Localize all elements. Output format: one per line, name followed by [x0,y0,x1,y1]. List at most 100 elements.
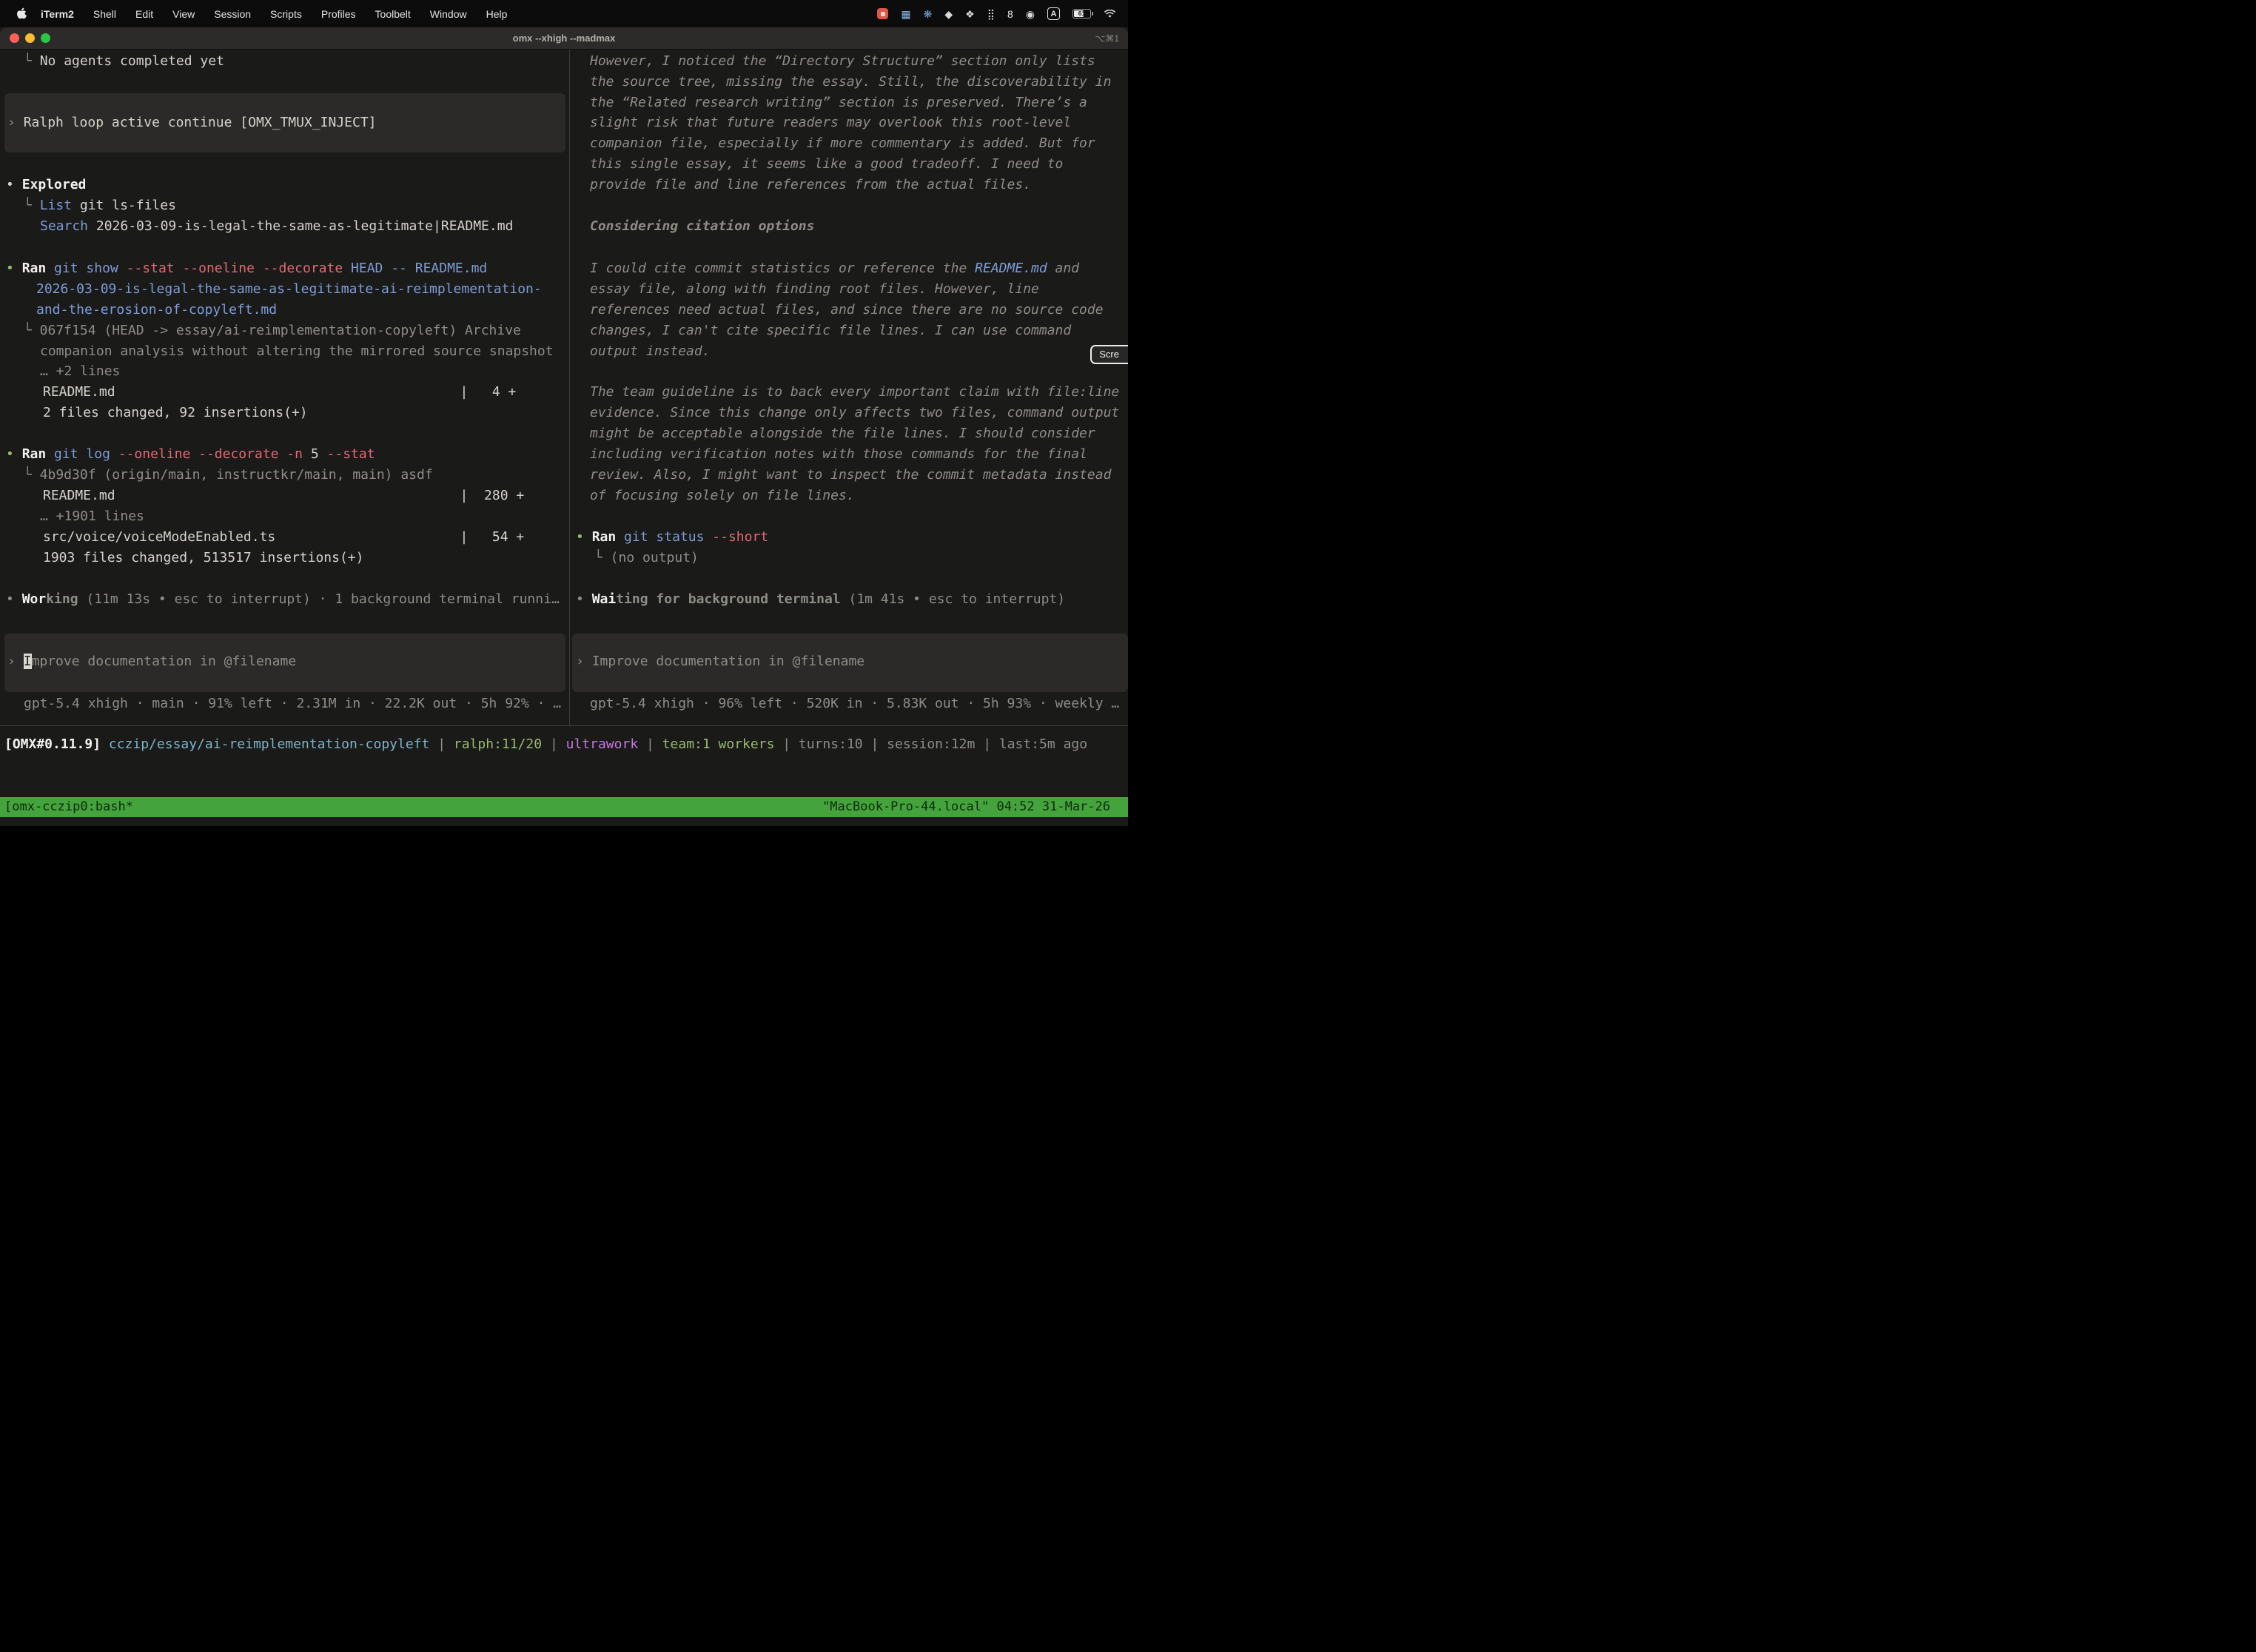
text-segment: -n [286,446,311,462]
terminal-line: I could cite commit statistics or refere… [590,259,1079,278]
text-segment: provide file and line references from th… [590,177,1031,192]
omx-status-line: [OMX#0.11.9] cczip/essay/ai-reimplementa… [4,735,1087,754]
terminal-line: references need actual files, and since … [590,300,1104,320]
text-segment: • [576,591,592,607]
text-segment: › [576,654,592,669]
text-segment: Ran [22,446,54,462]
text-segment: └ [24,198,40,213]
text-segment: of focusing solely on file lines. [590,488,855,503]
terminal-line: 1903 files changed, 513517 insertions(+) [43,548,363,568]
text-segment: [OMX#0.11.9] [4,736,109,752]
text-segment: (1m 41s • esc to interrupt) [841,591,1065,607]
terminal-line: evidence. Since this change only affects… [590,403,1119,423]
text-segment: essay file, along with finding root file… [590,281,1039,297]
prompt-input-left-text: › Improve documentation in @filename [7,652,296,671]
text-segment: changes, I can't cite specific file line… [590,323,1071,338]
text-segment: ralph:11/20 [454,736,542,752]
text-segment: └ 4b9d30f (origin/main, instructkr/main,… [24,467,433,483]
terminal-line: this single essay, it seems like a good … [590,155,1063,174]
text-segment: references need actual files, and since … [590,302,1104,318]
terminal-line: └ (no output) [594,548,699,568]
statusline-divider [0,725,1128,726]
text-segment: ting for background terminal [616,591,840,607]
text-segment: gpt-5.4 xhigh · main · 91% left · 2.31M … [24,696,561,711]
tmux-host-clock: "MacBook-Pro-44.local" 04:52 31-Mar-26 [822,797,1110,817]
terminal-line: 2 files changed, 92 insertions(+) [43,403,308,423]
terminal-line: • Ran git log --oneline --decorate -n 5 … [6,445,375,464]
terminal-line: • Ran git show --stat --oneline --decora… [6,259,487,278]
terminal-line: • Explored [6,175,86,195]
text-segment: | [863,736,887,752]
terminal-line: • Waiting for background terminal (1m 41… [576,590,1065,609]
terminal-line: However, I noticed the “Directory Struct… [590,52,1095,71]
text-segment: The team guideline is to back every impo… [590,384,1119,400]
text-segment: | [774,736,799,752]
text-segment: review. Also, I might want to inspect th… [590,467,1111,483]
text-segment: … +2 lines [40,363,120,379]
text-segment: including verification notes with those … [590,446,1087,462]
text-segment: • [6,446,22,462]
text-segment: --stat [327,446,375,462]
terminal-content: └ No agents completed yet › Ralph loop ac… [0,0,1128,826]
tmux-session-window: [omx-cczip0:bash* [4,797,133,817]
terminal-line: README.md | 4 + [43,383,516,402]
text-segment: --short [712,529,768,545]
terminal-line: Search 2026-03-09-is-legal-the-same-as-l… [40,217,513,236]
text-segment: • [6,261,22,276]
text-segment: └ (no output) [594,550,699,565]
terminal-line: slight risk that future readers may over… [590,113,1071,132]
text-segment: README.md | 280 + [43,488,524,503]
text-segment: --oneline --decorate [118,446,287,462]
text-segment: Explored [22,177,87,192]
text-segment: Ran [22,261,54,276]
text-segment: … +1901 lines [40,508,144,524]
text-segment: last:5m ago [999,736,1087,752]
text-segment: git show [54,261,127,276]
terminal-line: provide file and line references from th… [590,175,1031,195]
text-segment: turns:10 [799,736,863,752]
text-segment: Wor [22,591,47,607]
text-segment: | [542,736,566,752]
text-segment: and-the-erosion-of-copyleft.md [36,302,277,318]
text-segment: Ralph loop active continue [OMX_TMUX_INJ… [24,115,377,130]
terminal-line: review. Also, I might want to inspect th… [590,466,1111,485]
text-segment: However, I noticed the “Directory Struct… [590,53,1095,69]
text-segment: session:12m [887,736,975,752]
text-segment: team:1 workers [662,736,775,752]
text-segment: Ran [592,529,624,545]
screen-capture-popover[interactable]: Scre [1090,345,1128,364]
text-segment: might be acceptable alongside the file l… [590,426,1095,441]
text-segment: • [6,591,22,607]
text-segment: companion analysis without altering the … [40,343,554,359]
terminal-line: might be acceptable alongside the file l… [590,424,1095,443]
terminal-line: the “Related research writing” section i… [590,93,1087,113]
text-segment: (11m 13s • esc to interrupt) · 1 backgro… [78,591,560,607]
pane-divider[interactable] [569,50,570,725]
text-segment: › [7,654,24,669]
text-segment: 1903 files changed, 513517 insertions(+) [43,550,363,565]
text-segment: › [7,115,24,130]
screen: iTerm2ShellEditViewSessionScriptsProfile… [0,0,1128,826]
text-segment: --stat --oneline --decorate [127,261,351,276]
text-segment: I could cite commit statistics or refere… [590,261,975,276]
terminal-line: the source tree, missing the essay. Stil… [590,73,1111,92]
text-segment: • [6,177,22,192]
terminal-line: └ List git ls-files [24,196,176,215]
text-segment: Search [40,218,88,234]
text-segment: king [46,591,78,607]
text-segment: ultrawork [566,736,639,752]
text-segment: this single essay, it seems like a good … [590,156,1063,172]
text-segment: Considering citation options [590,218,814,234]
terminal-line: of focusing solely on file lines. [590,486,855,506]
model-status-right: gpt-5.4 xhigh · 96% left · 520K in · 5.8… [590,694,1119,713]
text-segment: and [1047,261,1079,276]
terminal-line: companion analysis without altering the … [40,342,554,361]
prompt-input-right-text: › Improve documentation in @filename [576,652,865,671]
text-segment: the “Related research writing” section i… [590,95,1087,110]
terminal-line: └ No agents completed yet [24,52,224,71]
terminal-line: and-the-erosion-of-copyleft.md [36,300,277,320]
terminal-line: companion file, especially if more comme… [590,134,1095,153]
terminal-line: • Ran git status --short [576,528,768,547]
text-segment: 2026-03-09-is-legal-the-same-as-legitima… [36,281,542,297]
tmux-status-bar: [omx-cczip0:bash* "MacBook-Pro-44.local"… [0,797,1128,817]
